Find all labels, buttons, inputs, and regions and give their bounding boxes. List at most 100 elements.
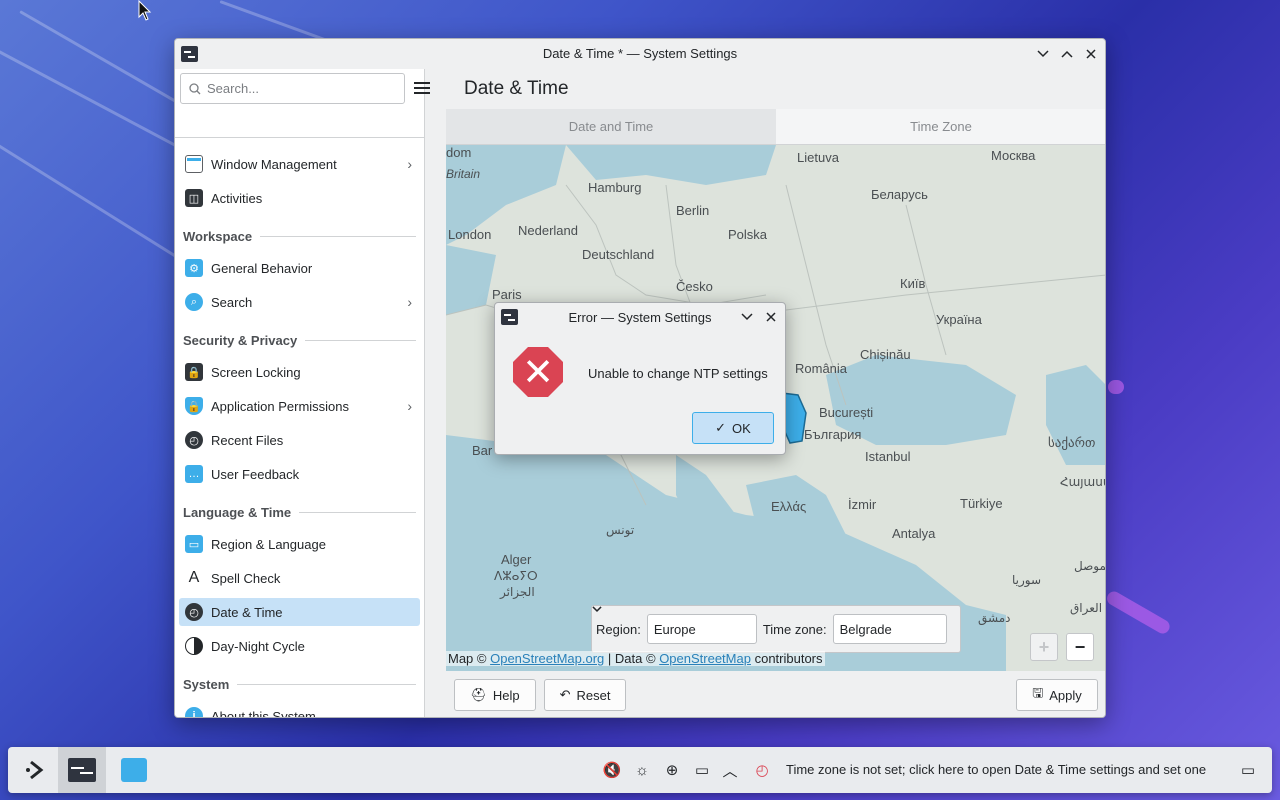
dialog-close-button[interactable] [761,307,781,327]
sidebar-item-about-system[interactable]: i About this System [179,702,420,718]
sidebar-item-label: Region & Language [211,536,326,552]
taskbar-system-settings[interactable] [58,747,106,793]
sidebar-item-general-behavior[interactable]: ⚙ General Behavior [179,254,420,282]
sidebar-item-search[interactable]: ⌕ Search › [179,288,420,316]
map-label: dom [446,145,472,160]
sidebar-item-label: Search [211,294,253,310]
sidebar-item-application-permissions[interactable]: 🔒 Application Permissions › [179,392,420,420]
taskbar-discover[interactable] [114,747,154,793]
brightness-icon[interactable]: ☼ [632,760,652,780]
timezone-label: Time zone: [762,621,827,637]
day-night-icon [185,637,203,655]
hamburger-menu-button[interactable] [413,80,431,96]
map-label: Istanbul [865,449,911,464]
sidebar-item-label: Spell Check [211,570,281,586]
sidebar-item-label: Recent Files [211,432,284,448]
sidebar-list: Window Management › ◫ Activities Workspa… [175,137,425,718]
map-label: Britain [446,167,481,181]
map-label: Deutschland [582,247,655,262]
mouse-cursor-icon [138,0,152,21]
clock-warning-icon[interactable]: ◴ [752,760,772,780]
sidebar-item-label: Window Management [211,156,337,172]
sidebar-item-label: Activities [211,190,263,206]
window-title: Date & Time * — System Settings [542,46,738,61]
map-label: Україна [936,312,982,327]
map-label: Беларусь [871,187,928,202]
sidebar-item-user-feedback[interactable]: … User Feedback [179,460,420,488]
network-icon[interactable]: ⊕ [662,760,682,780]
sidebar-item-label: User Feedback [211,466,300,482]
sidebar-item-recent-files[interactable]: ◴ Recent Files [179,426,420,454]
sidebar-item-label: General Behavior [211,260,313,276]
error-icon: ✕ [513,347,563,397]
close-icon [766,312,776,322]
timezone-status-text[interactable]: Time zone is not set; click here to open… [786,762,1206,777]
zoom-out-button[interactable]: − [1066,633,1094,661]
sidebar-item-activities[interactable]: ◫ Activities [179,184,420,212]
titlebar[interactable]: Date & Time * — System Settings [175,39,1105,69]
tab-time-zone[interactable]: Time Zone [776,109,1105,144]
region-select[interactable]: Europe [592,606,757,644]
volume-muted-icon[interactable]: 🔇 [602,760,622,780]
section-heading-language-time: Language & Time [183,502,416,522]
minimize-button[interactable] [1033,44,1053,64]
bottom-button-bar: ⛑ Help ↶ Reset 🖫 Apply [446,671,1105,717]
save-icon: 🖫 [1032,685,1044,700]
section-heading-system: System [183,674,416,694]
sidebar-item-region-language[interactable]: ▭ Region & Language [179,530,420,558]
ok-button[interactable]: ✓ OK [692,412,774,444]
map-label: Antalya [892,526,936,541]
region-icon: ▭ [185,535,203,553]
clock-icon: ◴ [185,603,203,621]
tab-date-and-time[interactable]: Date and Time [446,109,776,144]
dialog-minimize-button[interactable] [737,307,757,327]
display-icon[interactable]: ▭ [692,760,712,780]
application-launcher-button[interactable] [16,747,56,793]
map-label: Polska [728,227,768,242]
chevron-down-icon [741,313,753,321]
region-label: Region: [596,621,641,637]
sidebar-item-label: Date & Time [211,604,283,620]
chevron-right-icon: › [407,294,412,310]
feedback-icon: … [185,465,203,483]
apply-button[interactable]: 🖫 Apply [1016,679,1098,711]
zoom-in-button[interactable]: + [1030,633,1058,661]
map-label: Berlin [676,203,710,218]
search-icon: ⌕ [185,293,203,311]
osm-data-link[interactable]: OpenStreetMap [659,651,751,666]
osm-link[interactable]: OpenStreetMap.org [490,651,604,666]
map-label: Київ [900,276,926,291]
sidebar-item-date-time[interactable]: ◴ Date & Time [179,598,420,626]
spell-check-icon: A [188,569,200,586]
show-desktop-icon[interactable]: ▭ [1238,760,1258,780]
map-label: Москва [991,148,1036,163]
help-button[interactable]: ⛑ Help [454,679,536,711]
store-icon [121,758,147,782]
map-label: Lietuva [797,150,839,165]
search-field[interactable] [180,73,405,104]
map-label: Česko [676,279,713,294]
maximize-button[interactable] [1057,44,1077,64]
timezone-select[interactable]: Belgrade [592,606,947,644]
reset-button[interactable]: ↶ Reset [544,679,626,711]
section-heading-workspace: Workspace [183,226,416,246]
sidebar-item-window-management[interactable]: Window Management › [179,150,420,178]
tab-bar: Date and Time Time Zone [446,109,1105,145]
close-button[interactable] [1081,44,1101,64]
sidebar-item-day-night-cycle[interactable]: Day-Night Cycle [179,632,420,660]
sidebar-item-label: About this System [211,708,316,718]
chevron-up-icon[interactable]: ︿ [720,760,740,780]
map-label: Chișinău [860,347,911,362]
sidebar-item-spell-check[interactable]: A Spell Check [179,564,420,592]
chevron-down-icon [592,606,602,612]
error-dialog: Error — System Settings ✕ Unable to chan… [494,302,786,455]
help-icon: ⛑ [470,687,487,702]
sidebar-item-screen-locking[interactable]: 🔒 Screen Locking [179,358,420,386]
map-label: България [804,427,862,442]
undo-icon: ↶ [559,687,571,702]
search-input[interactable] [207,81,387,96]
map-label: საქართ [1048,435,1096,450]
map-label: Հայաստ [1060,475,1105,489]
map-label: Türkiye [960,496,1003,511]
general-behavior-icon: ⚙ [185,259,203,277]
